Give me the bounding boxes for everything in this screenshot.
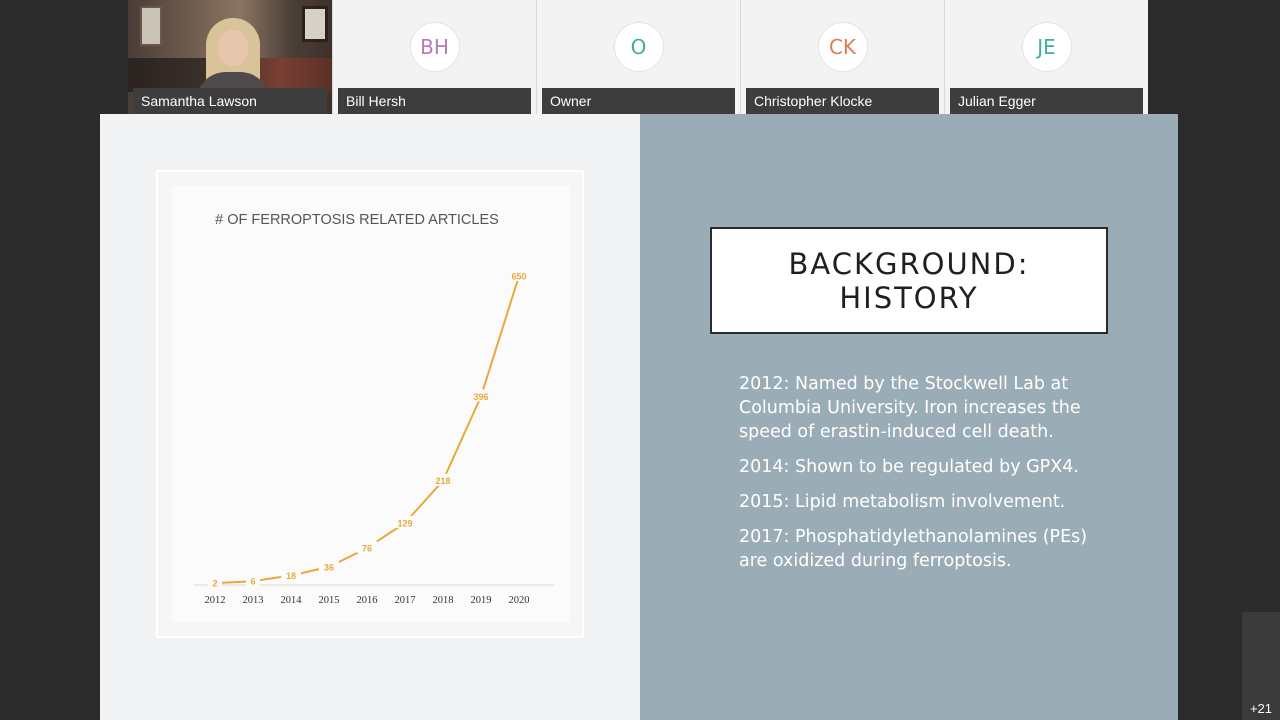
participant-name: Julian Egger — [950, 88, 1143, 114]
data-label: 76 — [362, 544, 372, 554]
history-item: 2014: Shown to be regulated by GPX4. — [739, 457, 1079, 477]
data-label: 396 — [473, 392, 488, 402]
data-label: 18 — [286, 571, 296, 581]
x-tick-label: 2019 — [471, 595, 492, 606]
history-item: 2015: Lipid metabolism involvement. — [739, 492, 1066, 512]
data-label: 129 — [397, 518, 412, 528]
chart-card: # OF FERROPTOSIS RELATED ARTICLES 2 6 18 36… — [172, 186, 570, 622]
participant-name: Owner — [542, 88, 735, 114]
x-tick-label: 2020 — [509, 595, 530, 606]
shared-slide: # OF FERROPTOSIS RELATED ARTICLES 2 6 18 36… — [100, 114, 1178, 720]
slide-title-line1: BACKGROUND: — [788, 246, 1030, 281]
x-tick-label: 2018 — [433, 595, 454, 606]
participant-strip: Samantha Lawson BH Bill Hersh O Owner CK… — [128, 0, 1148, 114]
history-item: 2012: Named by the Stockwell Lab at Colu… — [739, 374, 1081, 442]
articles-line-chart: # OF FERROPTOSIS RELATED ARTICLES 2 6 18 36… — [194, 212, 554, 606]
data-label: 2 — [212, 579, 217, 589]
participant-tile-christopher[interactable]: CK Christopher Klocke — [740, 0, 944, 114]
participant-tile-samantha[interactable]: Samantha Lawson — [128, 0, 332, 114]
participant-tile-julian[interactable]: JE Julian Egger — [944, 0, 1148, 114]
x-tick-label: 2015 — [319, 595, 340, 606]
avatar: BH — [409, 22, 460, 72]
history-list: 2012: Named by the Stockwell Lab at Colu… — [739, 372, 1119, 584]
x-tick-label: 2014 — [281, 595, 303, 606]
slide-left-panel: # OF FERROPTOSIS RELATED ARTICLES 2 6 18 36… — [100, 114, 640, 720]
x-tick-label: 2012 — [205, 595, 226, 606]
x-tick-label: 2016 — [357, 595, 378, 606]
data-label: 36 — [324, 562, 334, 572]
avatar: O — [613, 22, 664, 72]
x-tick-label: 2017 — [395, 595, 416, 606]
data-label: 6 — [250, 577, 255, 587]
x-ticks-group: 2012 2013 2014 2015 2016 2017 2018 2019 2020 — [205, 595, 530, 606]
participant-name: Bill Hersh — [338, 88, 531, 114]
participant-tile-bill[interactable]: BH Bill Hersh — [332, 0, 536, 114]
data-labels-group: 2 6 18 36 76 129 218 396 650 — [208, 269, 532, 589]
data-label: 218 — [435, 476, 450, 486]
slide-title-line2: HISTORY — [839, 280, 979, 315]
more-participants-count[interactable]: +21 — [1250, 701, 1272, 716]
data-label: 650 — [511, 272, 526, 282]
chart-frame: # OF FERROPTOSIS RELATED ARTICLES 2 6 18 36… — [156, 170, 584, 638]
avatar: CK — [817, 22, 868, 72]
series-group — [214, 275, 520, 585]
x-tick-label: 2013 — [243, 595, 264, 606]
slide-title-box: BACKGROUND: HISTORY — [710, 227, 1108, 334]
series-line — [214, 275, 520, 585]
participant-tile-owner[interactable]: O Owner — [536, 0, 740, 114]
slide-right-panel: BACKGROUND: HISTORY 2012: Named by the S… — [640, 114, 1178, 720]
participant-name: Christopher Klocke — [746, 88, 939, 114]
avatar: JE — [1021, 22, 1072, 72]
chart-title: # OF FERROPTOSIS RELATED ARTICLES — [215, 212, 499, 228]
participant-name: Samantha Lawson — [133, 88, 327, 114]
history-item: 2017: Phosphatidylethanolamines (PEs) ar… — [739, 527, 1088, 571]
